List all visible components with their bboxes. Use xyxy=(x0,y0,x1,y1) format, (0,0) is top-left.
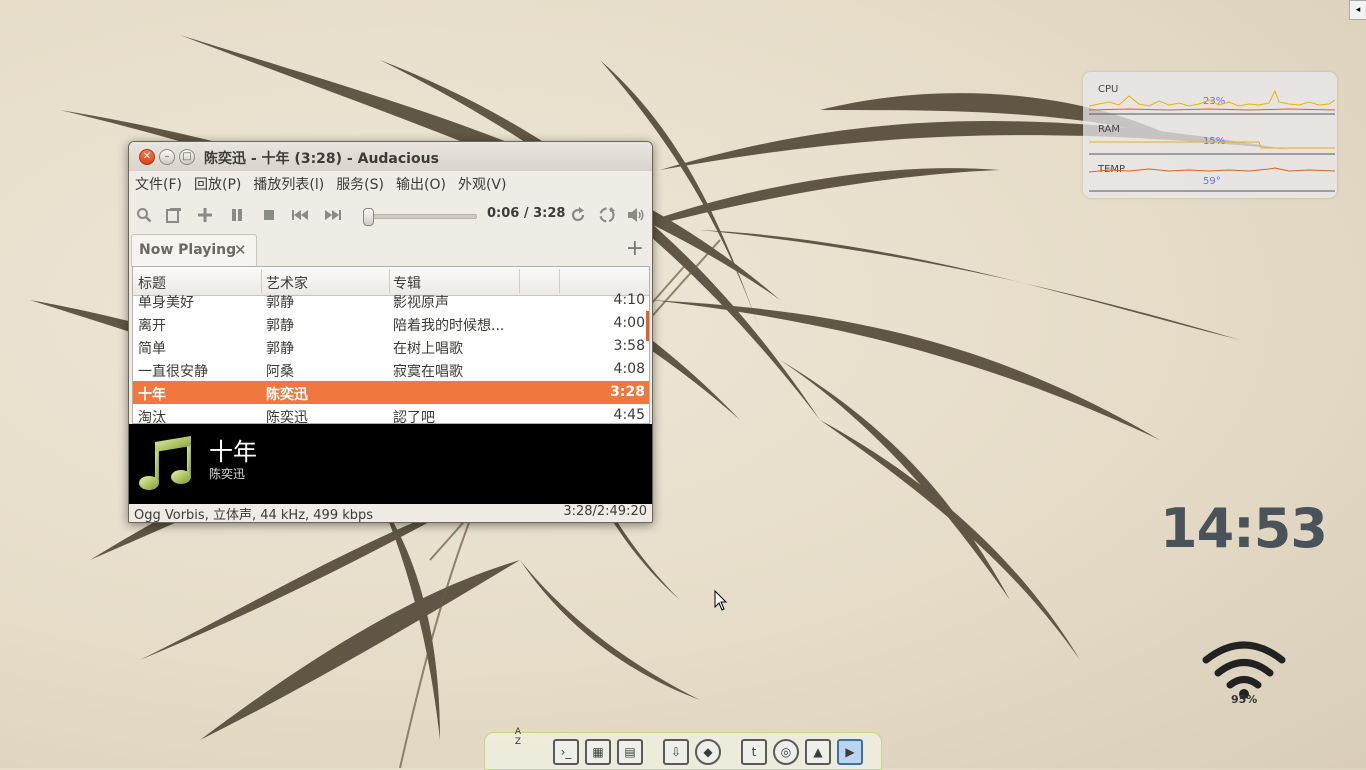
temp-graph xyxy=(1089,167,1335,192)
tab-label: Now Playing xyxy=(139,242,237,258)
playlist-row[interactable]: 一直很安静 阿桑 寂寞在唱歌 4:08 xyxy=(133,358,649,381)
track-album-cell: 陪着我的时候想... xyxy=(393,318,505,334)
track-length-cell: 4:08 xyxy=(613,361,645,377)
track-artist-cell: 郭静 xyxy=(266,341,294,357)
track-artist-cell: 陈奕迅 xyxy=(266,410,308,424)
statusbar: Ogg Vorbis, 立体声, 44 kHz, 499 kbps 3:28/2… xyxy=(129,504,652,522)
repeat-icon[interactable] xyxy=(569,206,587,224)
terminal-icon[interactable]: ›_ xyxy=(553,739,579,765)
menu-view[interactable]: 外观(V) xyxy=(452,174,513,194)
menu-playback[interactable]: 回放(P) xyxy=(188,174,247,194)
close-tab-icon[interactable]: ✕ xyxy=(234,241,247,259)
download-icon[interactable]: ⇩ xyxy=(663,739,689,765)
menu-file[interactable]: 文件(F) xyxy=(129,174,188,194)
playlist-row[interactable]: 十年 陈奕迅 3:28 xyxy=(133,381,649,404)
cpu-graph xyxy=(1089,90,1335,115)
window-titlebar[interactable]: ✕ – □ 陈奕迅 - 十年 (3:28) - Audacious xyxy=(129,142,652,171)
track-title-cell: 简单 xyxy=(138,341,166,357)
elapsed-time: 0:06 / 3:28 xyxy=(487,206,566,221)
track-length-cell: 4:45 xyxy=(613,407,645,423)
track-artist-cell: 阿桑 xyxy=(266,364,294,380)
playlist-row[interactable]: 淘汰 陈奕迅 認了吧 4:45 xyxy=(133,404,649,424)
track-artist-cell: 陈奕迅 xyxy=(266,387,308,403)
track-title-cell: 离开 xyxy=(138,318,166,334)
playlist-row[interactable]: 单身美好 郭静 影视原声 4:10 xyxy=(133,289,649,312)
now-playing-title: 十年 xyxy=(209,438,257,466)
track-length-cell: 4:10 xyxy=(613,292,645,308)
track-title-cell: 十年 xyxy=(138,387,166,403)
search-icon[interactable] xyxy=(135,206,153,224)
track-title-cell: 一直很安静 xyxy=(138,364,208,380)
audacious-window: ✕ – □ 陈奕迅 - 十年 (3:28) - Audacious 文件(F) … xyxy=(128,141,653,523)
track-title-cell: 淘汰 xyxy=(138,410,166,424)
wifi-signal-text: 95% xyxy=(1231,693,1258,706)
chrome-icon[interactable]: ◎ xyxy=(773,739,799,765)
seek-handle[interactable] xyxy=(363,208,375,226)
track-length-cell: 4:00 xyxy=(613,315,645,331)
next-icon[interactable] xyxy=(324,206,342,224)
menubar: 文件(F) 回放(P) 播放列表(l) 服务(S) 输出(O) 外观(V) xyxy=(129,171,652,196)
media-player-icon[interactable]: ▶ xyxy=(837,739,863,765)
now-playing-info: 十年 陈奕迅 xyxy=(129,424,652,504)
mouse-cursor-icon xyxy=(714,590,728,611)
playlist-duration: 3:28/2:49:20 xyxy=(563,504,647,519)
track-album-cell: 影视原声 xyxy=(393,295,449,311)
track-length-cell: 3:28 xyxy=(610,384,645,400)
open-files-icon[interactable] xyxy=(165,206,183,224)
playlist-row[interactable]: 简单 郭静 在树上唱歌 3:58 xyxy=(133,335,649,358)
playlist-scrollbar[interactable] xyxy=(646,311,649,341)
add-files-icon[interactable] xyxy=(196,206,214,224)
sort-az-label: A Z xyxy=(514,727,522,747)
volume-icon[interactable] xyxy=(627,206,645,224)
dock: A Z ›_ ▦ ▤ ⇩ ◆ t ◎ ▲ ▶ xyxy=(484,727,882,770)
playlist-row[interactable]: 离开 郭静 陪着我的时候想... 4:00 xyxy=(133,312,649,335)
track-artist-cell: 郭静 xyxy=(266,295,294,311)
desktop-clock: 14:53 xyxy=(1160,497,1328,560)
close-window-button[interactable]: ✕ xyxy=(139,148,155,165)
tab-now-playing[interactable]: Now Playing ✕ xyxy=(131,234,257,267)
track-album-cell: 在树上唱歌 xyxy=(393,341,463,357)
track-length-cell: 3:58 xyxy=(613,338,645,354)
twitter-icon[interactable]: t xyxy=(741,739,767,765)
system-monitor-widget: CPU 23% RAM 15% TEMP 59° xyxy=(1083,72,1337,198)
add-playlist-icon[interactable]: + xyxy=(626,236,644,261)
previous-icon[interactable] xyxy=(291,206,309,224)
menu-services[interactable]: 服务(S) xyxy=(330,174,390,194)
track-artist-cell: 郭静 xyxy=(266,318,294,334)
shuffle-icon[interactable] xyxy=(598,206,616,224)
window-title: 陈奕迅 - 十年 (3:28) - Audacious xyxy=(204,151,439,167)
pause-icon[interactable] xyxy=(228,206,246,224)
music-note-icon xyxy=(139,436,191,490)
panel-toggle-arrow[interactable]: ◂ xyxy=(1349,0,1366,20)
menu-output[interactable]: 输出(O) xyxy=(390,174,452,194)
menu-playlist[interactable]: 播放列表(l) xyxy=(247,174,330,194)
playlist-tabbar: Now Playing ✕ + xyxy=(129,232,652,267)
toolbar: 0:06 / 3:28 xyxy=(129,196,652,232)
seek-slider[interactable] xyxy=(363,208,477,226)
minimize-window-button[interactable]: – xyxy=(159,148,175,165)
calculator-icon[interactable]: ▦ xyxy=(585,739,611,765)
playlist-table: 标题 艺术家 专辑 单身美好 郭静 影视原声 4:10 离开 郭静 陪着我的时候想... 4:… xyxy=(132,266,650,424)
upload-icon[interactable]: ▲ xyxy=(805,739,831,765)
ram-graph xyxy=(1089,141,1335,155)
track-album-cell: 寂寞在唱歌 xyxy=(393,364,463,380)
package-icon[interactable]: ◆ xyxy=(695,739,721,765)
file-manager-icon[interactable]: ▤ xyxy=(617,739,643,765)
track-title-cell: 单身美好 xyxy=(138,295,194,311)
maximize-window-button[interactable]: □ xyxy=(179,148,195,165)
track-album-cell: 認了吧 xyxy=(393,410,435,424)
now-playing-artist: 陈奕迅 xyxy=(209,467,246,481)
stop-icon[interactable] xyxy=(260,206,278,224)
stream-format: Ogg Vorbis, 立体声, 44 kHz, 499 kbps xyxy=(134,508,374,523)
